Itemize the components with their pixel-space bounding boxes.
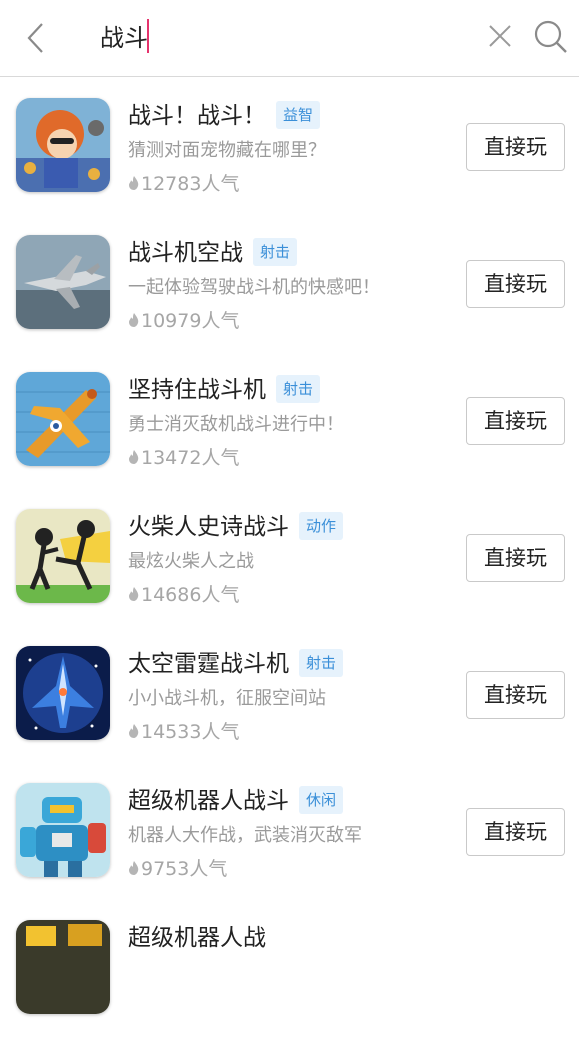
search-icon (534, 20, 567, 53)
game-title[interactable]: 火柴人史诗战斗 动作 (128, 511, 344, 543)
fire-icon (129, 861, 139, 875)
search-button[interactable] (532, 18, 570, 56)
play-button[interactable]: 直接玩 (466, 260, 565, 308)
play-button[interactable]: 直接玩 (466, 123, 565, 171)
game-description: 最炫火柴人之战 (128, 551, 254, 572)
list-item[interactable]: 战斗机空战 射击 一起体验驾驶战斗机的快感吧！ 10979人气 直接玩 (0, 215, 579, 352)
game-title[interactable]: 战斗！战斗！ 益智 (128, 100, 321, 132)
back-button[interactable] (18, 16, 54, 60)
play-button[interactable]: 直接玩 (466, 397, 565, 445)
orange-plane-icon[interactable] (16, 372, 110, 466)
game-description: 猜测对面宠物藏在哪里？ (128, 140, 326, 161)
cartoon-girl-icon[interactable] (16, 98, 110, 192)
game-description: 勇士消灭敌机战斗进行中！ (128, 414, 344, 435)
fighter-jet-icon[interactable] (16, 235, 110, 329)
fire-icon (129, 587, 139, 601)
fire-icon (129, 176, 139, 190)
list-item[interactable]: 太空雷霆战斗机 射击 小小战斗机，征服空间站 14533人气 直接玩 (0, 626, 579, 763)
list-item[interactable]: 火柴人史诗战斗 动作 最炫火柴人之战 14686人气 直接玩 (0, 489, 579, 626)
game-title[interactable]: 太空雷霆战斗机 射击 (128, 648, 344, 680)
popularity-count: 13472人气 (128, 445, 239, 471)
close-icon (489, 25, 511, 47)
list-item[interactable]: 坚持住战斗机 射击 勇士消灭敌机战斗进行中！ 13472人气 直接玩 (0, 352, 579, 489)
popularity-count: 9753人气 (128, 856, 227, 882)
list-item[interactable]: 战斗！战斗！ 益智 猜测对面宠物藏在哪里？ 12783人气 直接玩 (0, 78, 579, 215)
category-tag: 射击 (276, 375, 321, 403)
game-title[interactable]: 超级机器人战斗 休闲 (128, 785, 344, 817)
stickman-fight-icon[interactable] (16, 509, 110, 603)
play-button[interactable]: 直接玩 (466, 808, 565, 856)
text-cursor (147, 19, 149, 53)
game-description: 机器人大作战，武装消灭敌军 (128, 825, 362, 846)
popularity-count: 14533人气 (128, 719, 239, 745)
category-tag: 射击 (253, 238, 298, 266)
category-tag: 射击 (299, 649, 344, 677)
play-button[interactable]: 直接玩 (466, 671, 565, 719)
fire-icon (129, 450, 139, 464)
play-button[interactable]: 直接玩 (466, 534, 565, 582)
popularity-count: 12783人气 (128, 171, 239, 197)
category-tag: 益智 (276, 101, 321, 129)
space-fighter-icon[interactable] (16, 646, 110, 740)
game-description: 小小战斗机，征服空间站 (128, 688, 326, 709)
search-header: 战斗 (0, 0, 579, 77)
game-title[interactable]: 战斗机空战 射击 (128, 237, 298, 269)
list-item[interactable]: 超级机器人战斗 休闲 机器人大作战，武装消灭敌军 9753人气 直接玩 (0, 763, 579, 900)
list-item[interactable]: 超级机器人战 (0, 900, 579, 1037)
chevron-left-icon (27, 23, 43, 53)
fire-icon (129, 724, 139, 738)
search-input[interactable]: 战斗 (100, 20, 148, 56)
fire-icon (129, 313, 139, 327)
clear-button[interactable] (484, 20, 516, 52)
category-tag: 休闲 (299, 786, 344, 814)
game-title[interactable]: 坚持住战斗机 射击 (128, 374, 321, 406)
popularity-count: 10979人气 (128, 308, 239, 334)
robot-icon[interactable] (16, 920, 110, 1014)
category-tag: 动作 (299, 512, 344, 540)
robot-icon[interactable] (16, 783, 110, 877)
game-description: 一起体验驾驶战斗机的快感吧！ (128, 277, 380, 298)
game-title[interactable]: 超级机器人战 (128, 922, 266, 954)
popularity-count: 14686人气 (128, 582, 239, 608)
